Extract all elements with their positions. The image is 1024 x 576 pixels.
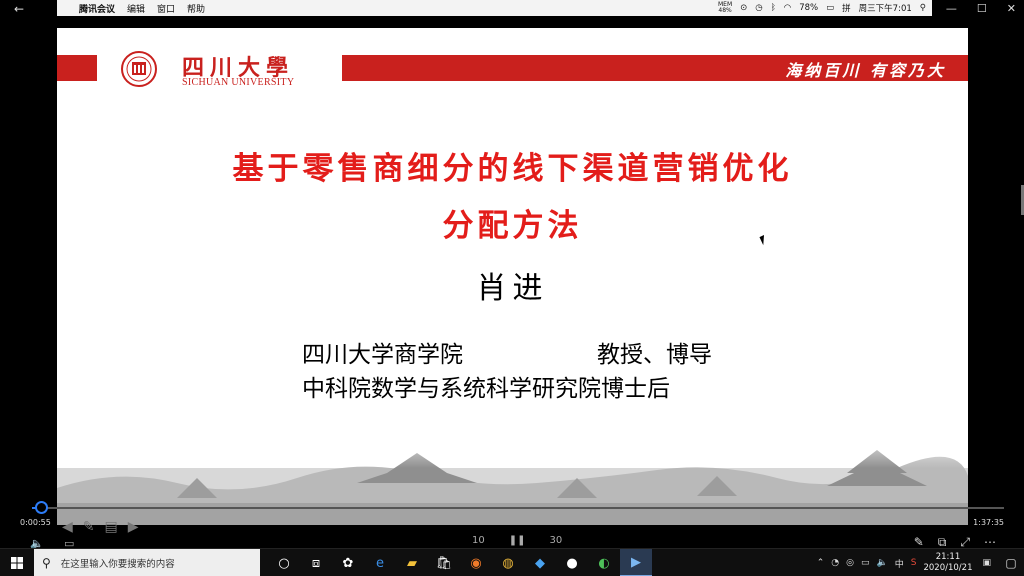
author-name: 肖进 [476,271,549,306]
playback-controls: 10 ❚❚ 30 [472,535,562,546]
menubar-clock[interactable]: 周三下午7:01 [859,2,912,14]
header-red-bar-left [57,55,97,81]
current-time: 0:00:55 [20,518,51,527]
file-explorer-icon[interactable]: ▰ [396,549,428,576]
menubar-status: MEM 48% ⊙ ◷ ᛒ ◠ 78% ▭ 拼 周三下午7:01 ⚲ [717,1,932,15]
video-player-window: ← — ☐ ✕ 腾讯会议 编辑 窗口 帮助 MEM 48% ⊙ ◷ ᛒ ◠ 78… [0,0,1024,576]
search-icon: ⚲ [42,556,51,570]
campus-ink-illustration [57,428,968,525]
taskbar-clock[interactable]: 21:11 2020/10/21 [923,552,972,574]
menu-window[interactable]: 窗口 [157,2,175,15]
affiliation-postdoc: 中科院数学与系统科学研究院博士后 [302,376,670,402]
taskbar-apps: ○ ⧈ ✿ e ▰ 🛍 ◉ ◍ ◆ ● ◐ ▶ [268,549,652,576]
tray-app-icon[interactable]: ◎ [846,558,854,568]
university-motto: 海纳百川 有容乃大 [785,61,946,80]
bluetooth-icon[interactable]: ᛒ [771,3,776,13]
spotlight-icon[interactable]: ⚲ [920,3,926,13]
annotation-tools: ◀ ✎ ▤ ▶ [62,519,139,535]
wechat-icon[interactable]: ◐ [588,549,620,576]
input-method-icon[interactable]: 拼 [842,2,851,14]
minimize-icon[interactable]: — [946,2,957,15]
wifi-icon[interactable]: ◠ [784,3,791,13]
arrow-left-icon[interactable]: ◀ [62,519,73,535]
tray-sogou-icon[interactable]: S [911,558,917,568]
author-position: 教授、博导 [597,342,712,368]
chrome-icon[interactable]: ◍ [492,549,524,576]
system-tray: ⌃ ◔ ◎ ▭ 🔈 中 S 21:11 2020/10/21 ▣ ▢ [817,549,1024,576]
mac-menubar: 腾讯会议 编辑 窗口 帮助 MEM 48% ⊙ ◷ ᛒ ◠ 78% ▭ 拼 周三… [57,0,932,16]
presentation-slide: 四川大學 SICHUAN UNIVERSITY 海纳百川 有容乃大 基于零售商细… [57,28,968,525]
slide-title-line2: 分配方法 [442,208,583,244]
menu-edit[interactable]: 编辑 [127,2,145,15]
app-orange-icon[interactable]: ◉ [460,549,492,576]
tray-network-icon[interactable]: ◔ [831,558,839,568]
mem-indicator: MEM 48% [717,1,733,14]
window-controls: — ☐ ✕ [946,2,1016,15]
maximize-icon[interactable]: ☐ [977,2,987,15]
windows-logo-icon [11,557,23,569]
app-blue-icon[interactable]: ◆ [524,549,556,576]
menu-app[interactable]: 腾讯会议 [79,2,115,15]
tray-volume-icon[interactable]: 🔈 [877,558,888,568]
media-player-icon[interactable]: ▶ [620,549,652,576]
windows-taskbar: ⚲ 在这里输入你要搜索的内容 ○ ⧈ ✿ e ▰ 🛍 ◉ ◍ ◆ ● ◐ ▶ ⌃… [0,548,1024,576]
progress-bar[interactable] [32,507,1004,509]
skip-forward-button[interactable]: 30 [550,535,563,546]
taskbar-search[interactable]: ⚲ 在这里输入你要搜索的内容 [34,549,260,576]
time-machine-icon[interactable]: ◷ [755,3,762,13]
windows-start-button[interactable] [0,549,34,576]
skip-back-button[interactable]: 10 [472,535,485,546]
affiliation-school: 四川大学商学院 [302,342,463,368]
slide-title-line1: 基于零售商细分的线下渠道营销优化 [232,151,793,187]
comment-icon[interactable]: ▤ [105,519,118,535]
battery-icon[interactable]: ▭ [826,3,834,13]
notification-badge-icon[interactable]: ▣ [982,558,991,568]
store-icon[interactable]: 🛍 [428,549,460,576]
pause-icon[interactable]: ❚❚ [509,535,526,546]
app-avatar-icon[interactable]: ● [556,549,588,576]
pen-icon[interactable]: ✎ [83,519,95,535]
ime-indicator[interactable]: 中 [895,557,904,570]
search-placeholder: 在这里输入你要搜索的内容 [60,559,175,570]
task-view-icon[interactable]: ⧈ [300,549,332,576]
battery-percent: 78% [799,3,819,13]
cortana-icon[interactable]: ○ [268,549,300,576]
close-icon[interactable]: ✕ [1007,2,1016,15]
tray-battery-icon[interactable]: ▭ [861,558,870,568]
arrow-right-icon[interactable]: ▶ [128,519,139,535]
university-name-en: SICHUAN UNIVERSITY [182,77,295,88]
action-center-icon[interactable]: ▢ [998,549,1024,576]
total-time: 1:37:35 [973,518,1004,527]
app-pinwheel-icon[interactable]: ✿ [332,549,364,576]
progress-knob[interactable] [34,501,48,514]
back-arrow-icon[interactable]: ← [14,2,24,16]
sichuan-university-logo [112,50,167,88]
siri-icon[interactable]: ⊙ [740,3,747,13]
menu-help[interactable]: 帮助 [187,2,205,15]
edge-icon[interactable]: e [364,549,396,576]
tray-up-arrow-icon[interactable]: ⌃ [817,558,825,568]
